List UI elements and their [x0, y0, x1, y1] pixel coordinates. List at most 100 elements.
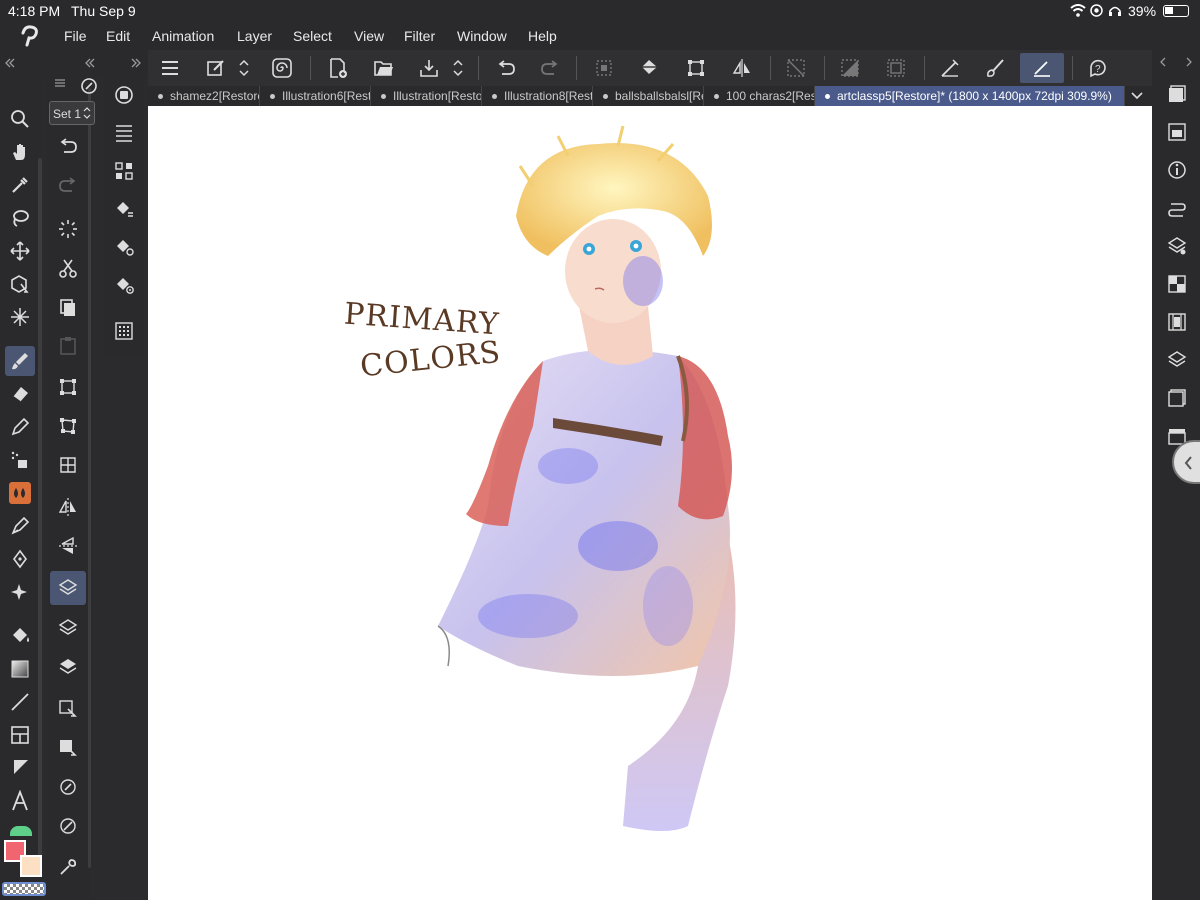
menu-filter[interactable]: Filter: [404, 28, 435, 44]
drawing-canvas[interactable]: PRIMARY COLORS: [148, 106, 1152, 900]
tab-illustration6[interactable]: Illustration6[Restore]: [260, 86, 371, 106]
fill-config-button[interactable]: [109, 232, 139, 262]
sub-color-swatch[interactable]: [20, 855, 42, 877]
fill-reference-button[interactable]: [109, 270, 139, 300]
hand-tool[interactable]: [5, 137, 35, 167]
app-logo-icon[interactable]: [18, 24, 42, 48]
grid-button[interactable]: [109, 316, 139, 346]
zoom-tool[interactable]: [5, 104, 35, 134]
lasso-tool[interactable]: [5, 203, 35, 233]
flip-button[interactable]: [726, 53, 758, 83]
gradient-tool[interactable]: [5, 654, 35, 684]
menu-view[interactable]: View: [354, 28, 384, 44]
selection-boundary-button[interactable]: [880, 53, 912, 83]
layer-property-button[interactable]: [50, 571, 86, 605]
flip-horizontal-button[interactable]: [50, 490, 86, 524]
navigator-panel-button[interactable]: [1164, 119, 1190, 145]
snap-ruler-button[interactable]: [934, 53, 966, 83]
menu-animation[interactable]: Animation: [152, 28, 214, 44]
ruler-tool[interactable]: [5, 753, 35, 783]
layer-search-panel-button[interactable]: [1164, 385, 1190, 411]
text-tool[interactable]: [5, 786, 35, 816]
tool-scrollbar[interactable]: [38, 158, 42, 858]
info-panel-button[interactable]: [1164, 157, 1190, 183]
frame-tool[interactable]: [5, 720, 35, 750]
menu-window[interactable]: Window: [457, 28, 507, 44]
layer-list-button[interactable]: [109, 118, 139, 148]
collapse-right-right-icon[interactable]: [1182, 56, 1194, 68]
fill-button[interactable]: [634, 53, 666, 83]
snap-brush-button[interactable]: [980, 53, 1012, 83]
pen-tool[interactable]: [5, 412, 35, 442]
flip-vertical-button[interactable]: [50, 529, 86, 563]
settings-spiral-button[interactable]: [266, 53, 298, 83]
updown-toggle-1[interactable]: [234, 53, 254, 83]
reference-button[interactable]: [50, 770, 86, 804]
tab-illustration[interactable]: Illustration[Restore]: [371, 86, 482, 106]
command-scrollbar[interactable]: [88, 88, 91, 868]
subtool-menu-icon[interactable]: [54, 78, 66, 88]
redo-side-button[interactable]: [50, 169, 86, 203]
layer-property-panel-button[interactable]: [1164, 347, 1190, 373]
vector-pen-tool[interactable]: [5, 544, 35, 574]
fill-settings-button[interactable]: [109, 194, 139, 224]
tab-100-charas2[interactable]: 100 charas2[Restore]: [704, 86, 815, 106]
collapse-mid-icon[interactable]: [84, 57, 96, 69]
clear-selection-button[interactable]: [588, 53, 620, 83]
brush-tool[interactable]: [5, 346, 35, 376]
help-button[interactable]: ?: [1082, 53, 1114, 83]
material-panel-button[interactable]: [1164, 233, 1190, 259]
menu-file[interactable]: File: [64, 28, 87, 44]
transform-button[interactable]: [50, 370, 86, 404]
menu-edit[interactable]: Edit: [106, 28, 130, 44]
tab-illustration8[interactable]: Illustration8[Restore]: [482, 86, 593, 106]
main-menu-button[interactable]: [154, 53, 186, 83]
snap-special-ruler-button[interactable]: [1020, 53, 1064, 83]
copy-button[interactable]: [50, 290, 86, 324]
paste-button[interactable]: [50, 329, 86, 363]
draft-button[interactable]: [50, 809, 86, 843]
eyedropper-tool[interactable]: [5, 170, 35, 200]
balloon-icon[interactable]: [10, 826, 32, 836]
menu-select[interactable]: Select: [293, 28, 332, 44]
subtool-set-selector[interactable]: Set 1: [49, 101, 95, 125]
settings-button[interactable]: [50, 850, 86, 884]
mesh-transform-button[interactable]: [50, 448, 86, 482]
undo-button[interactable]: [490, 53, 522, 83]
history-panel-button[interactable]: [1164, 195, 1190, 221]
layer-mask-button[interactable]: [50, 731, 86, 765]
color-set-panel-button[interactable]: [1164, 271, 1190, 297]
transform-button-top[interactable]: [680, 53, 712, 83]
layers-panel-button[interactable]: [1164, 81, 1190, 107]
quick-access-toggle[interactable]: [109, 80, 139, 110]
new-layer-button[interactable]: [50, 611, 86, 645]
cut-button[interactable]: [50, 251, 86, 285]
tab-ballsballsbalsl[interactable]: ballsballsbalsl[Restore]: [593, 86, 704, 106]
invert-selection-button[interactable]: [834, 53, 866, 83]
move-tool[interactable]: [5, 236, 35, 266]
merge-layer-button[interactable]: [50, 650, 86, 684]
modify-tool-button[interactable]: [200, 53, 232, 83]
subtool-edit-icon[interactable]: [80, 77, 98, 95]
transparent-color-swatch[interactable]: [2, 882, 46, 896]
collapse-right-left-icon[interactable]: [1158, 56, 1170, 68]
tab-shamez2[interactable]: shamez2[Restore]: [148, 86, 260, 106]
menu-help[interactable]: Help: [528, 28, 557, 44]
node-button[interactable]: [109, 156, 139, 186]
loading-button[interactable]: [50, 212, 86, 246]
export-button[interactable]: [413, 53, 445, 83]
updown-toggle-2[interactable]: [448, 53, 468, 83]
auto-select-tool[interactable]: [5, 302, 35, 332]
timeline-panel-button[interactable]: [1164, 309, 1190, 335]
ink-pen-tool[interactable]: [5, 511, 35, 541]
layer-select-button[interactable]: [50, 692, 86, 726]
expand-right-icon[interactable]: [130, 57, 142, 69]
free-transform-button[interactable]: [50, 409, 86, 443]
airbrush-tool[interactable]: [5, 445, 35, 475]
redo-button[interactable]: [534, 53, 566, 83]
tab-artclassp5[interactable]: artclassp5[Restore]* (1800 x 1400px 72dp…: [815, 86, 1125, 106]
object-tool[interactable]: [5, 269, 35, 299]
line-tool[interactable]: [5, 687, 35, 717]
open-button[interactable]: [368, 53, 400, 83]
blend-tool[interactable]: [5, 478, 35, 508]
